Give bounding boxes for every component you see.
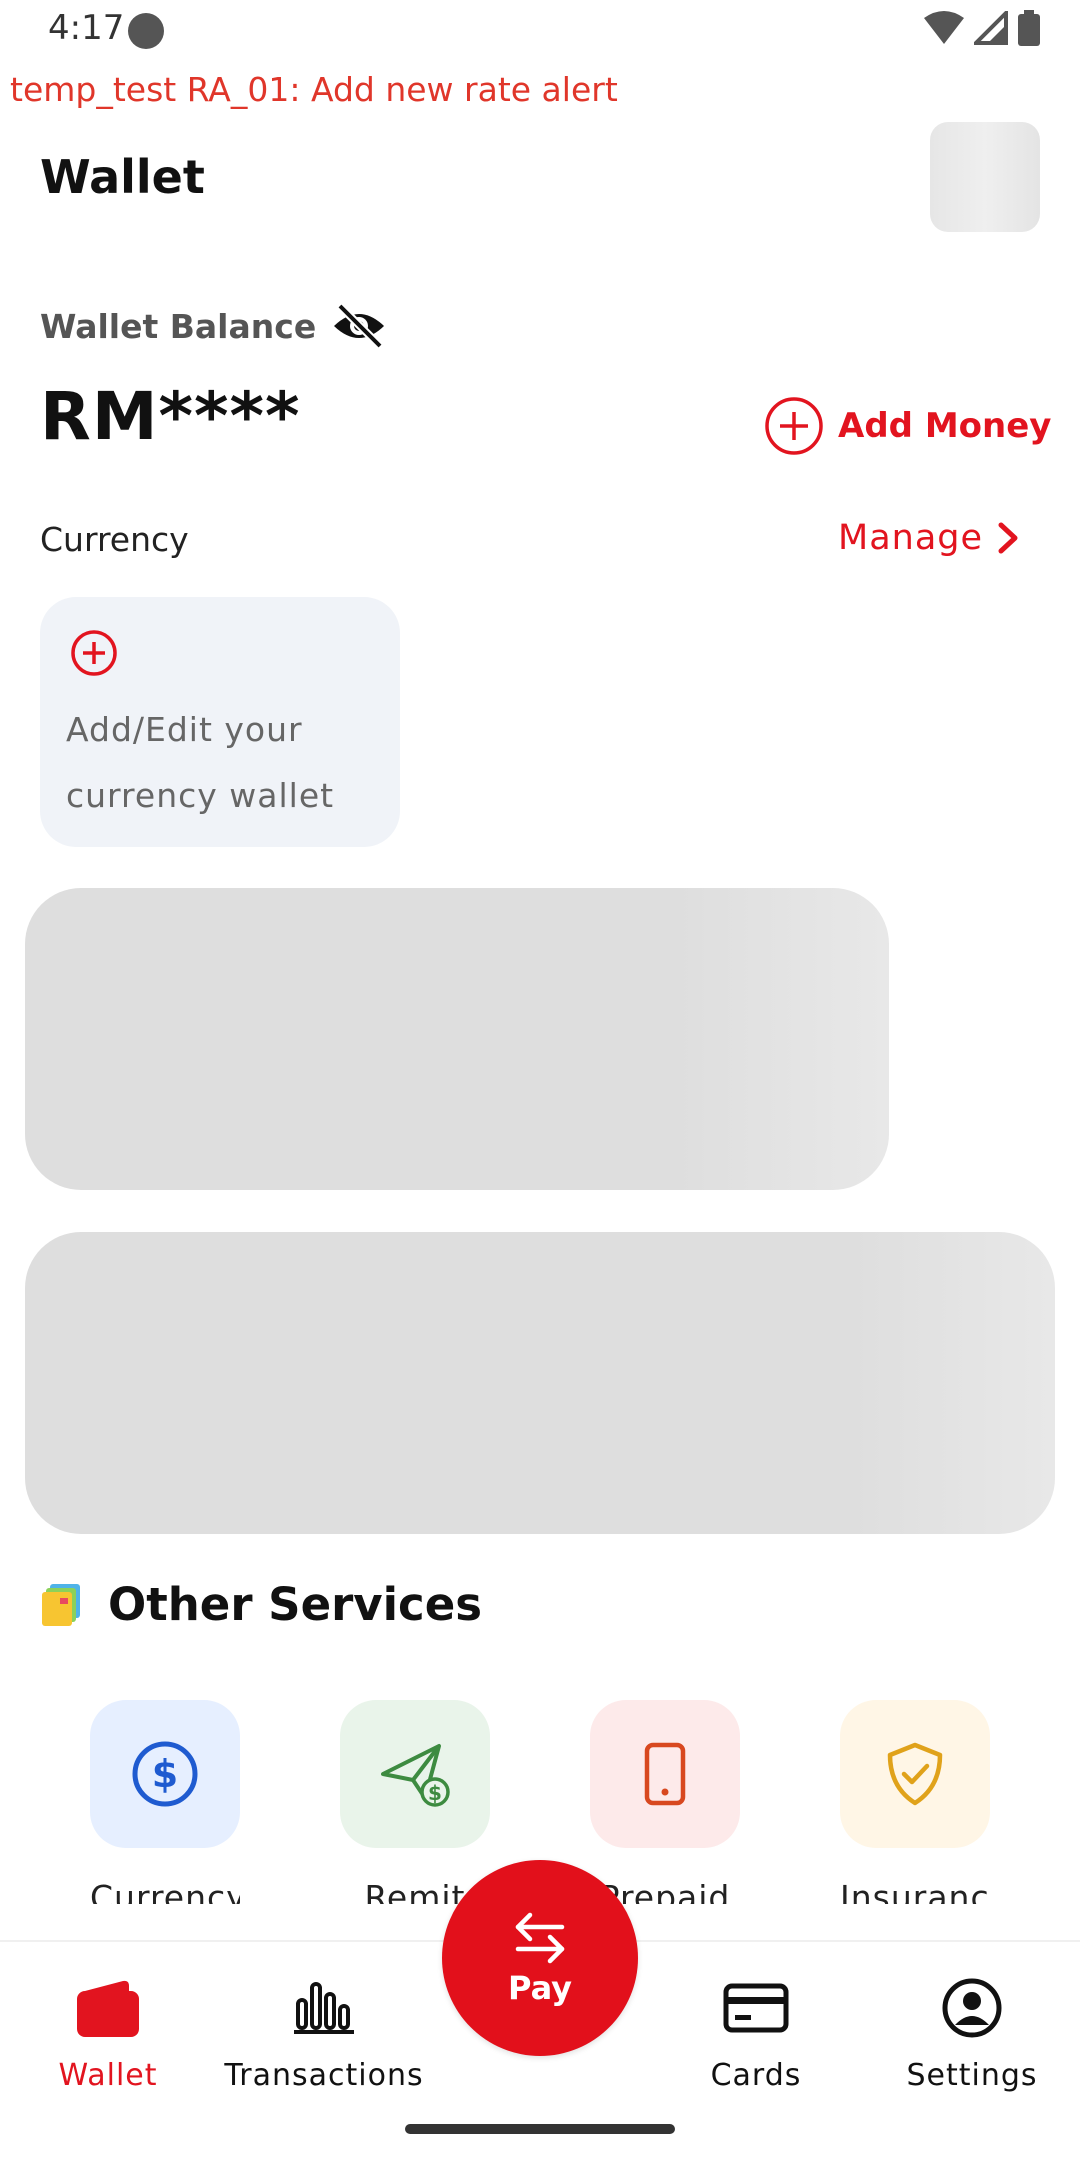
loading-placeholder-banner	[25, 1232, 1055, 1534]
wallet-balance-label: Wallet Balance	[40, 302, 388, 350]
send-money-icon: $	[381, 1744, 450, 1807]
folders-icon	[42, 1583, 80, 1626]
other-services-header: Other Services	[40, 1578, 482, 1631]
page-title: Wallet	[40, 150, 205, 204]
add-money-label: Add Money	[838, 406, 1052, 446]
card-icon	[656, 1972, 856, 2044]
status-icons	[924, 10, 1040, 46]
svg-text:$: $	[428, 1781, 442, 1805]
wallet-balance-text: Wallet Balance	[40, 306, 317, 346]
service-tile	[590, 1700, 740, 1848]
battery-icon	[1018, 10, 1040, 46]
loading-placeholder-card	[25, 888, 889, 1190]
service-prepaid[interactable]: Prepaid	[590, 1700, 740, 1904]
nav-label: Cards	[710, 2058, 802, 2093]
phone-icon	[644, 1742, 686, 1806]
notification-dot-icon	[128, 13, 164, 49]
balance-amount: RM****	[40, 378, 301, 455]
add-currency-wallet-card[interactable]: Add/Edit your currency wallet	[40, 597, 400, 847]
signal-icon	[974, 11, 1008, 45]
pay-button[interactable]: Pay	[442, 1860, 638, 2056]
svg-text:$: $	[152, 1752, 178, 1796]
service-label: Currency	[90, 1878, 240, 1904]
service-tile: $	[90, 1700, 240, 1848]
other-services-title: Other Services	[108, 1578, 483, 1631]
nav-label: Transactions	[224, 2058, 424, 2093]
service-label: Insurance	[840, 1878, 990, 1904]
service-remit[interactable]: $ Remit	[340, 1700, 490, 1904]
service-insurance[interactable]: Insurance	[840, 1700, 990, 1904]
pay-label: Pay	[507, 1969, 573, 2007]
nav-item-cards[interactable]: Cards	[656, 1972, 856, 2093]
service-tile	[840, 1700, 990, 1848]
swap-arrows-icon	[515, 1912, 565, 1964]
wallet-icon	[8, 1972, 208, 2044]
service-tile: $	[340, 1700, 490, 1848]
dollar-circle-icon: $	[132, 1741, 198, 1807]
wifi-icon	[924, 11, 964, 44]
debug-banner: temp_test RA_01: Add new rate alert	[10, 70, 618, 109]
eye-off-icon[interactable]	[330, 302, 388, 350]
add-money-button[interactable]: Add Money	[764, 396, 1051, 456]
nav-label: Settings	[906, 2058, 1038, 2093]
plus-circle-icon	[71, 630, 117, 676]
nav-item-transactions[interactable]: Transactions	[224, 1972, 424, 2093]
shield-check-icon	[887, 1742, 943, 1806]
status-time: 4:17	[48, 8, 125, 48]
plus-circle-icon	[765, 397, 823, 455]
nav-label: Wallet	[58, 2058, 158, 2093]
nav-item-wallet[interactable]: Wallet	[8, 1972, 208, 2093]
bar-chart-icon	[224, 1972, 424, 2044]
avatar-placeholder[interactable]	[930, 122, 1040, 232]
manage-label: Manage	[838, 518, 984, 558]
user-circle-icon	[872, 1972, 1072, 2044]
currency-section-label: Currency	[40, 520, 189, 559]
add-currency-wallet-text: Add/Edit your currency wallet	[66, 710, 335, 815]
service-currency[interactable]: $ Currency	[90, 1700, 240, 1904]
chevron-right-icon	[998, 522, 1018, 554]
nav-item-settings[interactable]: Settings	[872, 1972, 1072, 2093]
home-indicator[interactable]	[405, 2124, 675, 2134]
manage-currency-link[interactable]: Manage	[838, 518, 1023, 558]
status-bar: 4:17	[0, 0, 1080, 60]
